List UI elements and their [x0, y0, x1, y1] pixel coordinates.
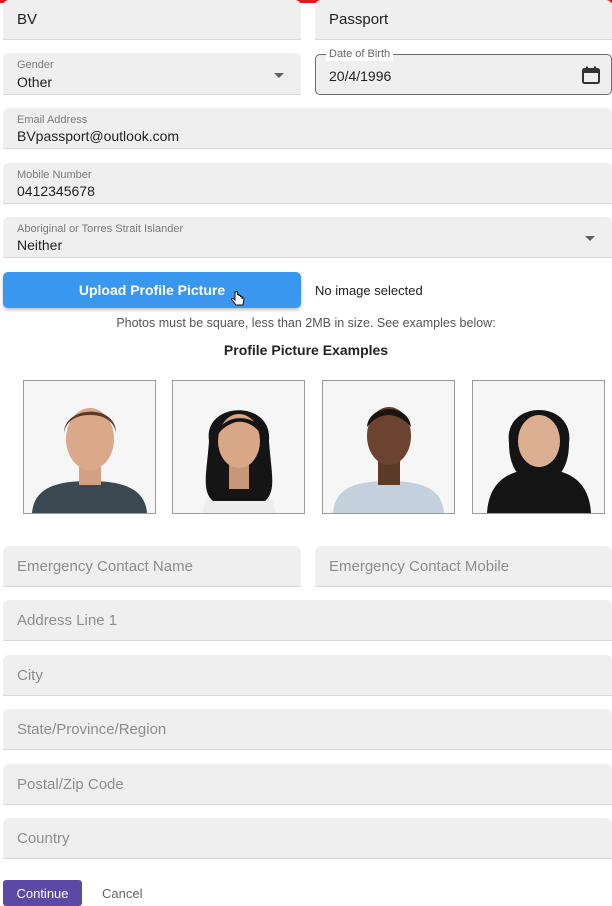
example-photo-3	[322, 380, 455, 514]
last-name-value: Passport	[329, 11, 389, 28]
dob-label: Date of Birth	[326, 47, 394, 61]
example-photo-4	[472, 380, 605, 514]
email-label: Email Address	[17, 114, 88, 126]
chevron-down-icon	[274, 73, 284, 78]
emergency-contact-name-placeholder: Emergency Contact Name	[17, 558, 193, 575]
postal-code-input[interactable]: Postal/Zip Code	[3, 764, 612, 805]
emergency-contact-name-input[interactable]: Emergency Contact Name	[3, 546, 301, 587]
gender-select[interactable]: Gender Other	[3, 53, 301, 95]
address-line1-placeholder: Address Line 1	[17, 612, 118, 629]
country-placeholder: Country	[17, 830, 70, 847]
state-placeholder: State/Province/Region	[17, 721, 167, 738]
state-input[interactable]: State/Province/Region	[3, 709, 612, 750]
calendar-icon[interactable]	[581, 65, 601, 85]
dob-value: 20/4/1996	[329, 68, 392, 84]
hand-cursor-icon	[230, 290, 246, 314]
example-photo-2	[172, 380, 305, 514]
address-line1-input[interactable]: Address Line 1	[3, 600, 612, 641]
city-input[interactable]: City	[3, 655, 612, 696]
examples-title: Profile Picture Examples	[223, 342, 389, 358]
aboriginal-label: Aboriginal or Torres Strait Islander	[17, 223, 184, 235]
photo-requirements-hint: Photos must be square, less than 2MB in …	[116, 316, 496, 330]
mobile-field[interactable]: Mobile Number 0412345678	[3, 163, 612, 204]
email-value: BVpassport@outlook.com	[17, 128, 180, 144]
aboriginal-value: Neither	[17, 237, 63, 253]
postal-code-placeholder: Postal/Zip Code	[17, 776, 124, 793]
upload-status: No image selected	[315, 283, 423, 298]
gender-label: Gender	[17, 59, 54, 71]
aboriginal-select[interactable]: Aboriginal or Torres Strait Islander Nei…	[3, 217, 612, 258]
first-name-value: BV	[17, 11, 38, 28]
emergency-contact-mobile-placeholder: Emergency Contact Mobile	[329, 558, 510, 575]
cancel-button[interactable]: Cancel	[102, 886, 142, 901]
chevron-down-icon	[585, 236, 595, 241]
city-placeholder: City	[17, 667, 43, 684]
emergency-contact-mobile-input[interactable]: Emergency Contact Mobile	[315, 546, 612, 587]
gender-value: Other	[17, 74, 53, 90]
date-of-birth-field[interactable]: Date of Birth 20/4/1996	[315, 47, 612, 95]
mobile-value: 0412345678	[17, 183, 95, 199]
example-photo-1	[23, 380, 156, 514]
upload-profile-picture-button[interactable]: Upload Profile Picture	[3, 272, 301, 308]
country-input[interactable]: Country	[3, 818, 612, 859]
first-name-field[interactable]: BV	[3, 0, 301, 40]
last-name-field[interactable]: Passport	[315, 0, 612, 40]
continue-button[interactable]: Continue	[3, 880, 82, 906]
mobile-label: Mobile Number	[17, 169, 92, 181]
email-field[interactable]: Email Address BVpassport@outlook.com	[3, 108, 612, 149]
